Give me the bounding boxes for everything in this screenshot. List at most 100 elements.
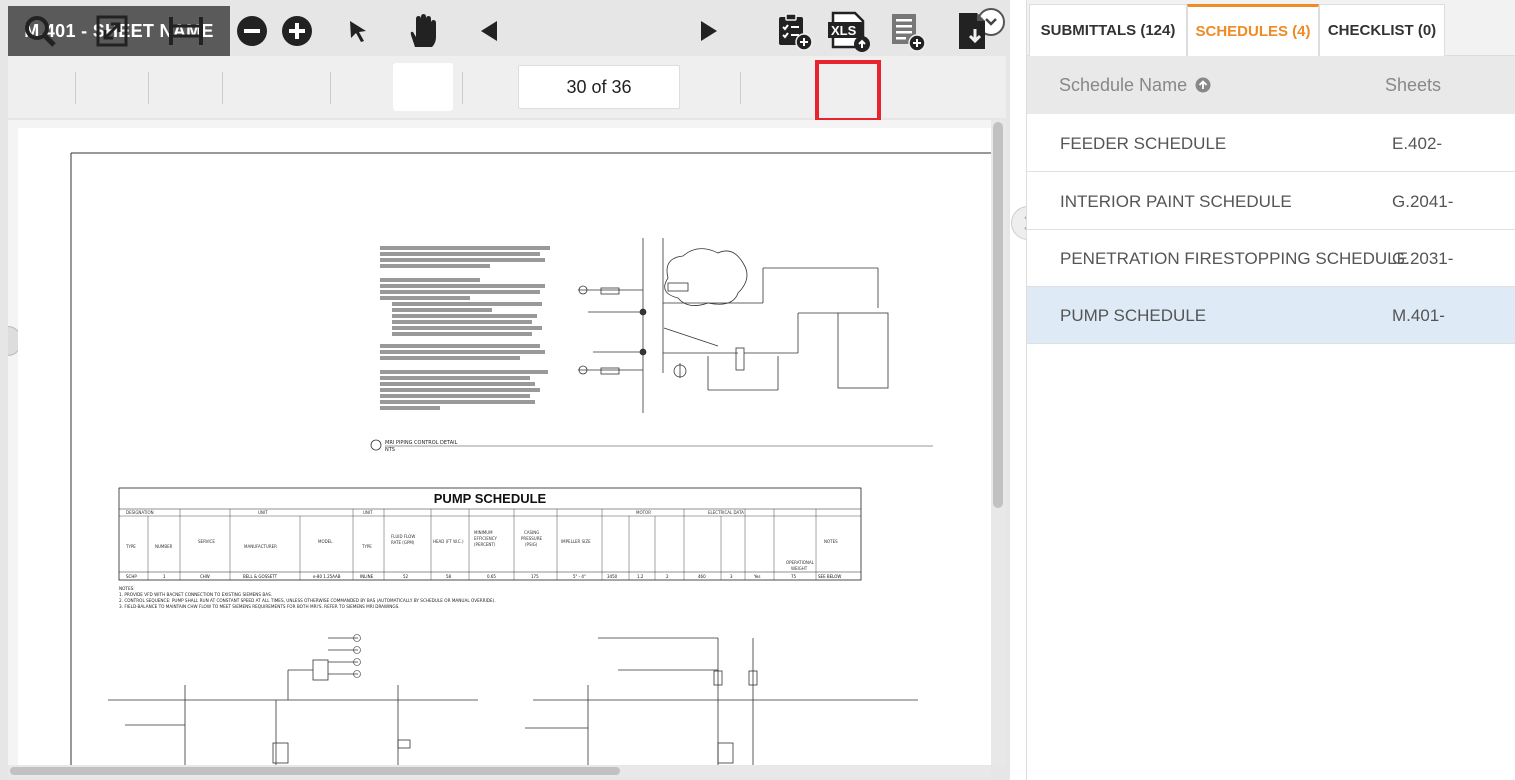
svg-text:SERVICE: SERVICE bbox=[198, 539, 215, 544]
schedule-sheet: M.401- bbox=[1392, 305, 1445, 325]
tab-submittals[interactable]: SUBMITTALS (124) bbox=[1029, 4, 1187, 56]
schedules-panel: SUBMITTALS (124) SCHEDULES (4) CHECKLIST… bbox=[1026, 0, 1515, 780]
minus-circle-icon bbox=[237, 16, 267, 46]
column-header-sheets[interactable]: Sheets bbox=[1385, 56, 1441, 114]
expand-icon bbox=[96, 15, 128, 47]
svg-text:DESIGNATION: DESIGNATION bbox=[126, 510, 154, 515]
svg-text:(PERCENT): (PERCENT) bbox=[474, 542, 496, 547]
svg-text:WEIGHT: WEIGHT bbox=[791, 566, 808, 571]
add-schedule-button[interactable] bbox=[884, 0, 930, 62]
svg-text:FLUID FLOW: FLUID FLOW bbox=[391, 534, 415, 539]
svg-text:EFFICIENCY: EFFICIENCY bbox=[474, 536, 498, 541]
triangle-right-icon bbox=[701, 21, 717, 41]
svg-text:XLS: XLS bbox=[831, 23, 857, 38]
toolbar-divider bbox=[75, 72, 76, 104]
svg-text:OPERATIONAL: OPERATIONAL bbox=[786, 560, 815, 565]
cell-impeller: 5" - 4" bbox=[573, 574, 586, 579]
svg-text:MODEL: MODEL bbox=[318, 539, 333, 544]
sort-ascending-icon bbox=[1195, 77, 1211, 93]
sort-by-name-header[interactable]: Schedule Name bbox=[1059, 56, 1211, 114]
drawing-sheet: MRI PIPING CONTROL DETAIL NTS PUMP SCHED… bbox=[18, 128, 991, 765]
table-header: Schedule Name Sheets bbox=[1027, 56, 1515, 114]
search-button[interactable] bbox=[18, 0, 62, 62]
schedule-sheet: G.2031- bbox=[1392, 248, 1454, 268]
toolbar-divider bbox=[222, 72, 223, 104]
search-icon bbox=[25, 16, 56, 47]
table-row[interactable]: FEEDER SCHEDULE E.402- bbox=[1027, 115, 1515, 172]
table-row[interactable]: INTERIOR PAINT SCHEDULE G.2041- bbox=[1027, 173, 1515, 230]
toolbar-divider bbox=[462, 72, 463, 104]
svg-text:IMPELLER SIZE: IMPELLER SIZE bbox=[561, 539, 591, 544]
vertical-scroll-thumb[interactable] bbox=[993, 122, 1003, 508]
cell-type: SCHP bbox=[126, 574, 137, 579]
next-page-button[interactable] bbox=[692, 0, 726, 62]
list-add-icon bbox=[892, 14, 926, 52]
sheet-viewer: M.401 - SHEET NAME 30 of 36 XLS MRI PIPI… bbox=[0, 0, 1010, 780]
schedule-name: FEEDER SCHEDULE bbox=[1060, 133, 1227, 153]
add-checklist-button[interactable] bbox=[772, 0, 816, 62]
schedule-name: PENETRATION FIRESTOPPING SCHEDULE bbox=[1060, 248, 1408, 268]
zoom-in-button[interactable] bbox=[277, 0, 317, 62]
table-row-selected[interactable]: PUMP SCHEDULE M.401- bbox=[1027, 287, 1515, 344]
table-row[interactable]: PENETRATION FIRESTOPPING SCHEDULE G.2031… bbox=[1027, 230, 1515, 287]
notes-label: NOTES: bbox=[119, 586, 135, 591]
cell-manufacturer: BELL & GOSSETT bbox=[243, 574, 278, 579]
select-tool-button[interactable] bbox=[340, 0, 376, 62]
detail-title: MRI PIPING CONTROL DETAIL bbox=[385, 440, 458, 446]
plus-circle-icon bbox=[282, 16, 312, 46]
cell-service: CHW bbox=[200, 574, 210, 579]
clipboard-check-add-icon bbox=[779, 13, 813, 51]
cell-weight: 75 bbox=[791, 574, 797, 579]
drawing-canvas[interactable]: MRI PIPING CONTROL DETAIL NTS PUMP SCHED… bbox=[8, 120, 991, 765]
cell-efficiency: 0.65 bbox=[487, 574, 496, 579]
page-indicator-input[interactable]: 30 of 36 bbox=[518, 65, 680, 109]
schedule-sheet: G.2041- bbox=[1392, 191, 1454, 211]
pan-tool-button[interactable] bbox=[400, 0, 446, 62]
fit-width-button[interactable] bbox=[164, 0, 208, 62]
horizontal-scroll-thumb[interactable] bbox=[10, 767, 620, 775]
note-3: 3. FIELD-BALANCE TO MAINTAIN CHW FLOW TO… bbox=[119, 604, 400, 609]
export-xls-button[interactable]: XLS bbox=[822, 0, 876, 62]
xls-highlight-box bbox=[815, 60, 881, 122]
file-download-icon bbox=[959, 13, 985, 49]
schedule-title: PUMP SCHEDULE bbox=[434, 491, 547, 506]
cell-model: e-80 1.25AAB bbox=[313, 574, 341, 579]
cell-bhp: 1.2 bbox=[637, 574, 644, 579]
svg-text:MANUFACTURER: MANUFACTURER bbox=[244, 544, 277, 549]
cell-unit-type: INLINE bbox=[360, 574, 374, 579]
svg-text:UNIT: UNIT bbox=[363, 510, 373, 515]
schedule-name: INTERIOR PAINT SCHEDULE bbox=[1060, 191, 1292, 211]
svg-text:TYPE: TYPE bbox=[125, 544, 136, 549]
detail-subtitle: NTS bbox=[385, 447, 395, 453]
toolbar-divider bbox=[148, 72, 149, 104]
note-1: 1. PROVIDE VFD WITH BACNET CONNECTION TO… bbox=[119, 592, 272, 597]
schedule-sheet: E.402- bbox=[1392, 133, 1443, 153]
cell-flow: 52 bbox=[403, 574, 409, 579]
hand-icon bbox=[410, 14, 436, 47]
xls-export-icon: XLS bbox=[828, 11, 870, 52]
cell-voltage: 460 bbox=[698, 574, 706, 579]
fit-to-screen-button[interactable] bbox=[90, 0, 134, 62]
cursor-arrow-icon bbox=[350, 21, 366, 42]
svg-text:NUMBER: NUMBER bbox=[155, 544, 173, 549]
fit-width-icon bbox=[169, 17, 203, 45]
cell-notes: SEE BELOW bbox=[818, 574, 841, 579]
tab-checklist[interactable]: CHECKLIST (0) bbox=[1319, 4, 1445, 56]
svg-text:PRESSURE: PRESSURE bbox=[521, 536, 543, 541]
previous-page-button[interactable] bbox=[472, 0, 506, 62]
svg-text:NOTES: NOTES bbox=[824, 539, 838, 544]
toolbar-divider bbox=[740, 72, 741, 104]
svg-text:(PSIG): (PSIG) bbox=[525, 542, 538, 547]
svg-text:ELECTRICAL DATA: ELECTRICAL DATA bbox=[708, 510, 744, 515]
svg-text:MINIMUM: MINIMUM bbox=[474, 530, 493, 535]
svg-text:RATE (GPM): RATE (GPM) bbox=[391, 540, 415, 545]
svg-text:TYPE: TYPE bbox=[361, 544, 372, 549]
tab-schedules[interactable]: SCHEDULES (4) bbox=[1187, 4, 1319, 56]
download-button[interactable] bbox=[952, 0, 992, 62]
zoom-out-button[interactable] bbox=[232, 0, 272, 62]
svg-text:CASING: CASING bbox=[524, 530, 539, 535]
cell-disconnect: Yes bbox=[753, 574, 760, 579]
column-header-name: Schedule Name bbox=[1059, 74, 1188, 95]
svg-text:MOTOR: MOTOR bbox=[636, 510, 651, 515]
triangle-left-icon bbox=[481, 21, 497, 41]
